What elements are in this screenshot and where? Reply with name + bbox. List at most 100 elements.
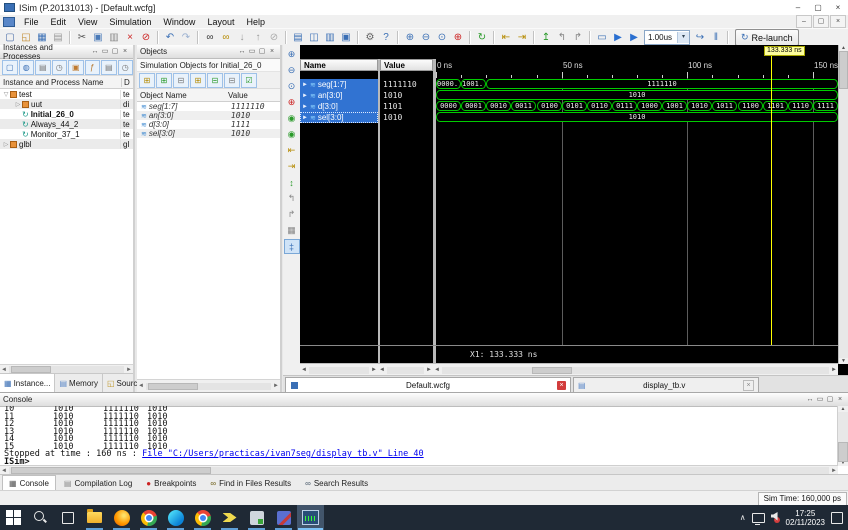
action-center-icon[interactable] bbox=[831, 512, 843, 524]
bus-segment[interactable]: 1101 bbox=[763, 101, 788, 111]
preferences-button[interactable]: ⚙ bbox=[362, 30, 378, 45]
paste-button[interactable]: ▥ bbox=[106, 30, 122, 45]
delete-button[interactable]: × bbox=[122, 30, 138, 45]
mdi-close-button[interactable]: × bbox=[830, 15, 846, 28]
dock-close-button[interactable]: × bbox=[835, 395, 845, 405]
objects-hscrollbar[interactable]: ◄ ► bbox=[137, 379, 280, 392]
zoom-full-button[interactable]: ⊙ bbox=[434, 30, 450, 45]
taskbar-task-view-icon[interactable] bbox=[54, 505, 81, 530]
bus-segment[interactable]: 0001 bbox=[461, 101, 486, 111]
tree-row-uut[interactable]: ▷uutdi bbox=[0, 99, 133, 109]
zoom-area-button[interactable]: ⊕ bbox=[450, 30, 466, 45]
instances-col-name[interactable]: Instance and Process Name bbox=[0, 78, 121, 87]
bus-segment[interactable]: 0000... bbox=[436, 79, 461, 89]
objects-filter-2-icon[interactable]: ⊞ bbox=[156, 73, 172, 88]
tab-find-in-files-results[interactable]: ∞Find in Files Results bbox=[204, 475, 297, 491]
dock-maximize-button[interactable]: ▢ bbox=[257, 47, 267, 57]
dock-close-button[interactable]: × bbox=[267, 47, 277, 57]
wave-marker-mode-icon[interactable]: ‡ bbox=[284, 239, 300, 254]
tab-console[interactable]: ▦Console bbox=[2, 475, 56, 491]
instances-view-2-icon[interactable]: ◍ bbox=[19, 60, 35, 75]
wave-signal-name[interactable]: ►≋sel[3:0] bbox=[300, 112, 378, 123]
wave-export-wcfg-icon[interactable]: ⇥ bbox=[284, 159, 300, 174]
close-tab-icon[interactable]: × bbox=[743, 380, 754, 391]
objects-filter-6-icon[interactable]: ⊟ bbox=[224, 73, 240, 88]
find-next-button[interactable]: ↓ bbox=[234, 30, 250, 45]
taskbar-ise-icon[interactable] bbox=[216, 505, 243, 530]
bus-segment[interactable]: 0100 bbox=[537, 101, 562, 111]
instances-view-5-icon[interactable]: ▣ bbox=[68, 60, 84, 75]
wave-signal-name[interactable]: ►≋an[3:0] bbox=[300, 90, 378, 101]
menu-help[interactable]: Help bbox=[240, 17, 271, 27]
wave-name-header[interactable]: Name bbox=[300, 59, 378, 71]
instances-view-4-icon[interactable]: ◷ bbox=[52, 60, 68, 75]
doc-tab-display_tb-v[interactable]: ▤display_tb.v× bbox=[573, 377, 759, 392]
tree-row-monitor_37_1[interactable]: ↻Monitor_37_1te bbox=[0, 129, 133, 139]
expand-arrow-icon[interactable]: ► bbox=[302, 115, 308, 121]
expand-arrow-icon[interactable]: ▷ bbox=[14, 101, 22, 108]
instances-view-1-icon[interactable]: ▢ bbox=[2, 60, 18, 75]
tree-row-always_44_2[interactable]: ↻Always_44_2te bbox=[0, 119, 133, 129]
object-row-an30[interactable]: ≋an[3:0]1010 bbox=[137, 111, 280, 120]
tab-breakpoints[interactable]: ●Breakpoints bbox=[140, 475, 202, 491]
find-prev-button[interactable]: ↑ bbox=[250, 30, 266, 45]
menu-layout[interactable]: Layout bbox=[201, 17, 240, 27]
find-in-files-button[interactable]: ∞ bbox=[218, 30, 234, 45]
dock-float-button[interactable]: ↔ bbox=[237, 47, 247, 57]
wave-goto-start-icon[interactable]: ◉ bbox=[284, 111, 300, 126]
wave-next-transition-icon[interactable]: ↱ bbox=[284, 207, 300, 222]
menu-window[interactable]: Window bbox=[157, 17, 201, 27]
instances-view-6-icon[interactable]: ƒ bbox=[85, 60, 101, 75]
taskbar-chrome-icon[interactable] bbox=[135, 505, 162, 530]
expand-arrow-icon[interactable]: ► bbox=[302, 82, 308, 88]
tab-instance[interactable]: ▦Instance... bbox=[0, 374, 55, 392]
maximize-button[interactable]: ▢ bbox=[808, 0, 828, 15]
wave-zoom-out-icon[interactable]: ⊖ bbox=[284, 63, 300, 78]
wave-import-wcfg-icon[interactable]: ⇤ bbox=[284, 143, 300, 158]
objects-filter-4-icon[interactable]: ⊞ bbox=[190, 73, 206, 88]
objects-filter-5-icon[interactable]: ⊟ bbox=[207, 73, 223, 88]
wave-snap-icon[interactable]: ▦ bbox=[284, 223, 300, 238]
menu-simulation[interactable]: Simulation bbox=[103, 17, 157, 27]
close-button[interactable]: × bbox=[828, 0, 848, 15]
stop-sign-button[interactable]: ⊘ bbox=[138, 30, 154, 45]
refresh-sim-button[interactable]: ↻ bbox=[474, 30, 490, 45]
wave-value-header[interactable]: Value bbox=[380, 59, 433, 71]
tree-row-glbl[interactable]: ▷glblgl bbox=[0, 139, 133, 149]
wave-insert-marker-icon[interactable]: ↕ bbox=[284, 175, 300, 190]
run-all-button[interactable]: ▶ bbox=[610, 30, 626, 45]
bus-segment[interactable]: 1111 bbox=[813, 101, 838, 111]
wave-signal-name[interactable]: ►≋seg[1:7] bbox=[300, 79, 378, 90]
dock-minimize-button[interactable]: ▭ bbox=[100, 47, 110, 57]
taskbar-chrome-2-icon[interactable] bbox=[189, 505, 216, 530]
console-vscrollbar[interactable]: ▲ ▼ bbox=[837, 406, 848, 466]
mdi-restore-button[interactable]: ▢ bbox=[813, 15, 829, 28]
bus-segment[interactable]: 0000 bbox=[436, 101, 461, 111]
sim-time-combo[interactable]: 1.00us▾ bbox=[644, 30, 690, 45]
bus-segment[interactable]: 1010 bbox=[687, 101, 712, 111]
dock-float-button[interactable]: ↔ bbox=[90, 47, 100, 57]
bus-segment[interactable]: 0101 bbox=[562, 101, 587, 111]
bus-segment[interactable]: 1000 bbox=[637, 101, 662, 111]
object-row-d30[interactable]: ≋d[3:0]1111 bbox=[137, 120, 280, 129]
bus-segment[interactable]: 1010 bbox=[436, 112, 838, 122]
menu-file[interactable]: File bbox=[18, 17, 45, 27]
expand-arrow-icon[interactable]: ► bbox=[302, 93, 308, 99]
close-tab-icon[interactable]: × bbox=[557, 381, 566, 390]
wave-goto-end-icon[interactable]: ◉ bbox=[284, 127, 300, 142]
taskbar-app-blue-icon[interactable] bbox=[270, 505, 297, 530]
dock-float-button[interactable]: ↔ bbox=[805, 395, 815, 405]
run-for-time-button[interactable]: ▶ bbox=[626, 30, 642, 45]
wave-vscrollbar[interactable]: ▲ ▼ bbox=[838, 45, 848, 364]
redo-button[interactable]: ↷ bbox=[178, 30, 194, 45]
wave-zoom-cursor-icon[interactable]: ⊕ bbox=[284, 95, 300, 110]
taskbar-start-icon[interactable] bbox=[0, 505, 27, 530]
bus-segment[interactable]: 1011 bbox=[712, 101, 737, 111]
goto-time-button[interactable]: ↥ bbox=[538, 30, 554, 45]
taskbar-firefox-icon[interactable] bbox=[108, 505, 135, 530]
objects-filter-3-icon[interactable]: ⊟ bbox=[173, 73, 189, 88]
wave-signal-name[interactable]: ►≋d[3:0] bbox=[300, 101, 378, 112]
tile-vertical-button[interactable]: ◫ bbox=[306, 30, 322, 45]
bus-segment[interactable]: 1001... bbox=[461, 79, 486, 89]
tile-horizontal-button[interactable]: ▥ bbox=[322, 30, 338, 45]
